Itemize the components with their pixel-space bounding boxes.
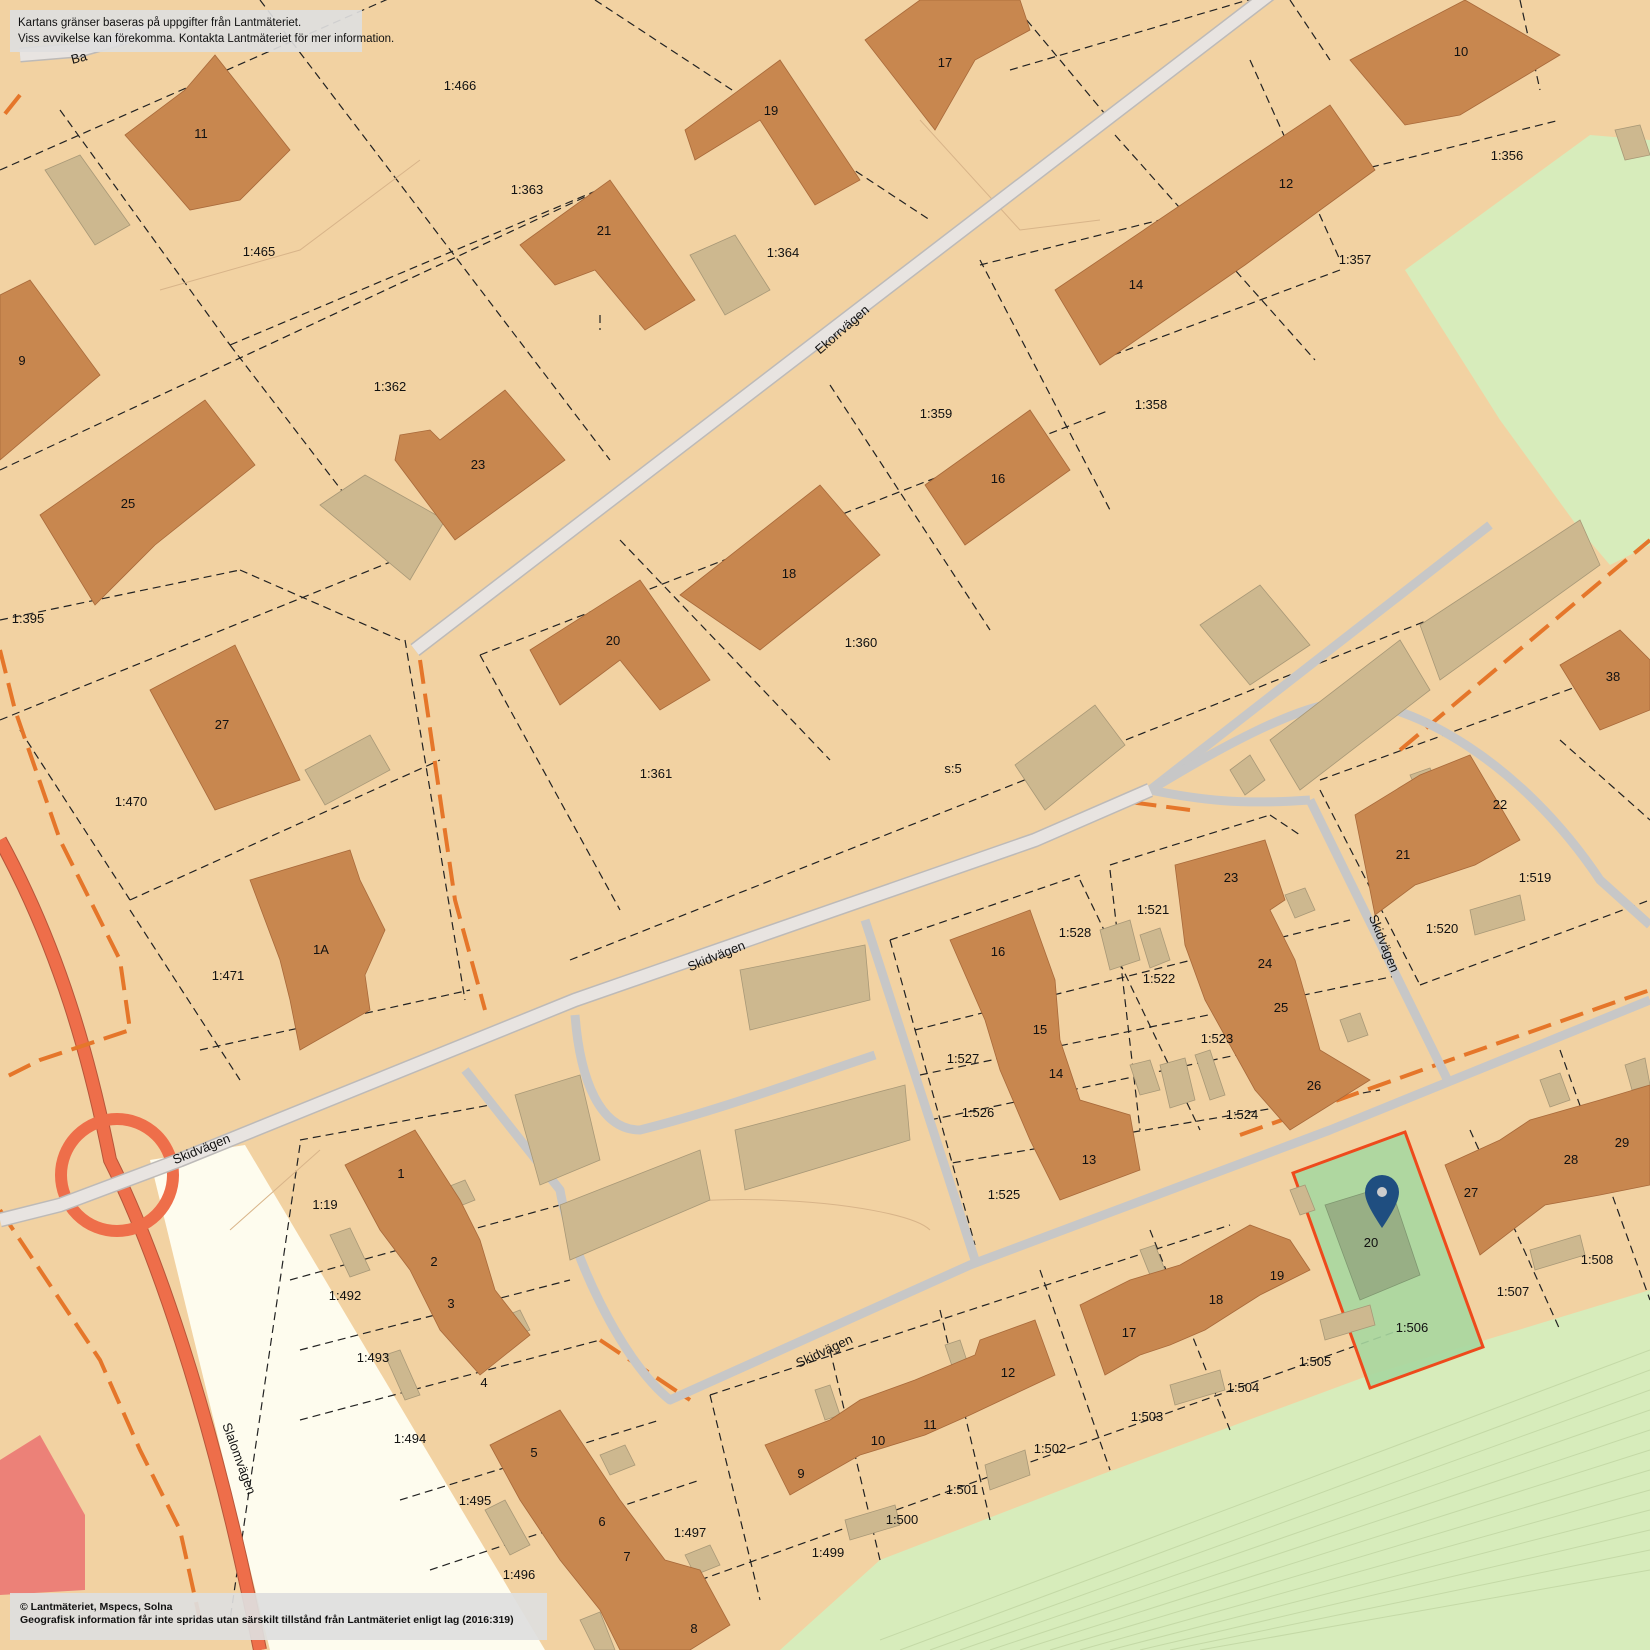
parcel-id: 1:362 (374, 379, 407, 394)
parcel-id: 1:495 (459, 1493, 492, 1508)
house-number: 10 (871, 1433, 885, 1448)
parcel-id: 1:525 (988, 1187, 1021, 1202)
parcel-id: 1:507 (1497, 1284, 1530, 1299)
house-number: 6 (598, 1514, 605, 1529)
parcel-id: 1:508 (1581, 1252, 1614, 1267)
house-number: 17 (1122, 1325, 1136, 1340)
house-number: 11 (923, 1417, 937, 1432)
house-number: 14 (1129, 277, 1143, 292)
parcel-id: 1:492 (329, 1288, 362, 1303)
house-number: 25 (121, 496, 135, 511)
parcel-id: 1:502 (1034, 1441, 1067, 1456)
house-number: 28 (1564, 1152, 1578, 1167)
house-number: 18 (1209, 1292, 1223, 1307)
house-number: 27 (1464, 1185, 1478, 1200)
disclaimer-line: Kartans gränser baseras på uppgifter frå… (18, 17, 302, 29)
house-number: 24 (1258, 956, 1272, 971)
house-number: 16 (991, 471, 1005, 486)
house-number: 1A (313, 942, 329, 957)
house-number: 14 (1049, 1066, 1063, 1081)
parcel-id: 1:522 (1143, 971, 1176, 986)
parcel-id: 1:471 (212, 968, 245, 983)
parcel-id: 1:358 (1135, 397, 1168, 412)
parcel-id: 1:524 (1226, 1107, 1259, 1122)
parcel-id: 1:523 (1201, 1031, 1234, 1046)
house-number: 7 (623, 1549, 630, 1564)
house-number: 8 (690, 1621, 697, 1636)
house-number: 9 (797, 1466, 804, 1481)
parcel-id: 1:521 (1137, 902, 1170, 917)
house-number: 10 (1454, 44, 1468, 59)
copyright-line: © Lantmäteriet, Mspecs, Solna (20, 1601, 173, 1613)
house-number: 23 (1224, 870, 1238, 885)
disclaimer-line: Viss avvikelse kan förekomma. Kontakta L… (18, 33, 395, 45)
parcel-id: 1:395 (12, 611, 45, 626)
property-map[interactable]: Ekorrvägen Skidvägen Skidvägen Skidvägen… (0, 0, 1650, 1650)
house-number: 22 (1493, 797, 1507, 812)
parcel-id: 1:356 (1491, 148, 1524, 163)
parcel-id: 1:494 (394, 1431, 427, 1446)
house-number: 29 (1615, 1135, 1629, 1150)
house-number: 21 (597, 223, 611, 238)
parcel-id: 1:466 (444, 78, 477, 93)
parcel-id: 1:501 (946, 1482, 979, 1497)
house-number: 1 (397, 1166, 404, 1181)
house-number: 19 (764, 103, 778, 118)
parcel-id: 1:520 (1426, 921, 1459, 936)
parcel-id: 1:465 (243, 244, 276, 259)
house-number: 16 (991, 944, 1005, 959)
house-number: 21 (1396, 847, 1410, 862)
parcel-id: 1:528 (1059, 925, 1092, 940)
parcel-id: 1:363 (511, 182, 544, 197)
parcel-id: 1:519 (1519, 870, 1552, 885)
parcel-id: 1:526 (962, 1105, 995, 1120)
parcel-id: 1:361 (640, 766, 673, 781)
parcel-id: 1:470 (115, 794, 148, 809)
house-number: 12 (1279, 176, 1293, 191)
parcel-id: 1:503 (1131, 1409, 1164, 1424)
house-number: 19 (1270, 1268, 1284, 1283)
boundary-disclaimer: Kartans gränser baseras på uppgifter frå… (10, 10, 395, 52)
parcel-id: 1:357 (1339, 252, 1372, 267)
house-number: 26 (1307, 1078, 1321, 1093)
house-number: 20 (606, 633, 620, 648)
parcel-id: 1:496 (503, 1567, 536, 1582)
parcel-id: 1:500 (886, 1512, 919, 1527)
copyright-notice: © Lantmäteriet, Mspecs, Solna Geografisk… (10, 1593, 547, 1640)
house-number: 12 (1001, 1365, 1015, 1380)
house-number: 9 (18, 353, 25, 368)
house-number: 17 (938, 55, 952, 70)
house-number: 11 (194, 126, 208, 141)
house-number: 3 (447, 1296, 454, 1311)
parcel-id: 1:493 (357, 1350, 390, 1365)
house-number: 15 (1033, 1022, 1047, 1037)
parcel-id: 1:504 (1227, 1380, 1260, 1395)
house-number: 23 (471, 457, 485, 472)
house-number: 27 (215, 717, 229, 732)
house-number: 38 (1606, 669, 1620, 684)
parcel-id: 1:359 (920, 406, 953, 421)
house-number: 20 (1364, 1235, 1378, 1250)
house-number: 13 (1082, 1152, 1096, 1167)
house-number: 18 (782, 566, 796, 581)
parcel-id: 1:527 (947, 1051, 980, 1066)
parcel-id: 1:506 (1396, 1320, 1429, 1335)
house-number: 2 (430, 1254, 437, 1269)
parcel-id: 1:19 (312, 1197, 337, 1212)
parcel-id: 1:499 (812, 1545, 845, 1560)
parcel-id: s:5 (944, 761, 961, 776)
house-number: 4 (480, 1375, 487, 1390)
house-number: 25 (1274, 1000, 1288, 1015)
parcel-id: 1:360 (845, 635, 878, 650)
copyright-line: Geografisk information får inte spridas … (20, 1614, 514, 1626)
parcel-id: 1:364 (767, 245, 800, 260)
parcel-id: 1:505 (1299, 1354, 1332, 1369)
house-number: 5 (530, 1445, 537, 1460)
parcel-id: 1:497 (674, 1525, 707, 1540)
